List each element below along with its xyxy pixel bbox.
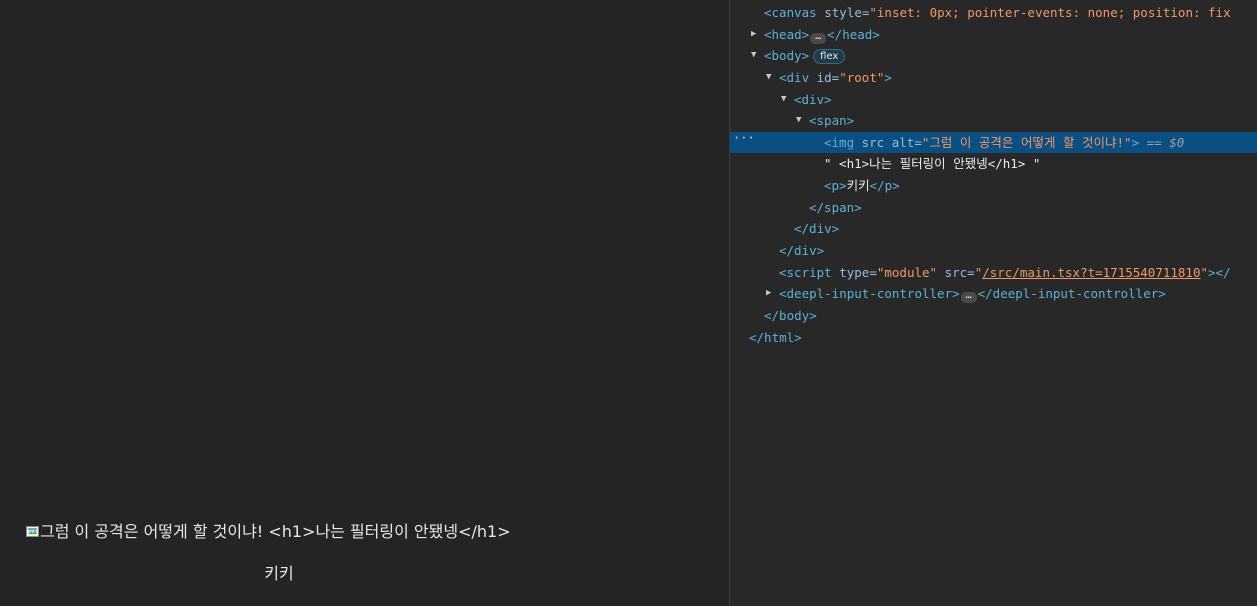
tag-name: <deepl-input-controller> bbox=[779, 286, 960, 301]
tag-close: > bbox=[1131, 135, 1140, 150]
tag-close: </body> bbox=[764, 308, 817, 323]
h1-text-node: <h1>나는 필터링이 안됐넹</h1> bbox=[263, 522, 511, 541]
attr-name: id= bbox=[809, 70, 840, 85]
dom-node-span[interactable]: ▼ <span> bbox=[730, 110, 1257, 131]
tag-close: </div> bbox=[794, 221, 840, 236]
dom-node-body[interactable]: ▼ <body> flex bbox=[730, 45, 1257, 66]
flex-badge[interactable]: flex bbox=[813, 49, 846, 64]
attr-name: style= bbox=[816, 5, 870, 20]
expand-triangle-icon[interactable]: ▶ bbox=[751, 24, 761, 45]
collapsed-ellipsis-icon[interactable]: … bbox=[960, 291, 977, 303]
tag-close: ></ bbox=[1208, 265, 1231, 280]
more-options-icon[interactable]: ··· bbox=[733, 128, 755, 149]
devtools-elements-panel: <canvas style="inset: 0px; pointer-event… bbox=[730, 0, 1257, 606]
dom-text-node[interactable]: " <h1>나는 필터링이 안됐넹</h1> " bbox=[730, 153, 1257, 174]
dom-node-div[interactable]: ▼ <div> bbox=[730, 89, 1257, 110]
dom-node-html-close[interactable]: </html> bbox=[730, 327, 1257, 348]
dom-node-p[interactable]: <p>키키</p> bbox=[730, 175, 1257, 196]
tag-name: <img bbox=[824, 135, 855, 150]
selected-marker: == $0 bbox=[1139, 135, 1185, 150]
tag-name: <div bbox=[779, 70, 810, 85]
tag-name: <div> bbox=[794, 92, 832, 107]
attr-name: src bbox=[854, 135, 885, 150]
dom-node-root-close[interactable]: </div> bbox=[730, 240, 1257, 261]
collapse-triangle-icon[interactable]: ▼ bbox=[796, 110, 806, 131]
collapse-triangle-icon[interactable]: ▼ bbox=[766, 67, 776, 88]
page-viewport: 그럼 이 공격은 어떻게 할 것이냐! <h1>나는 필터링이 안됐넹</h1>… bbox=[0, 0, 729, 606]
tag-name: <span> bbox=[809, 113, 855, 128]
broken-image-icon bbox=[26, 526, 39, 537]
collapse-triangle-icon[interactable]: ▼ bbox=[751, 45, 761, 66]
tag-name: <script bbox=[779, 265, 832, 280]
attr-name: src= bbox=[937, 265, 975, 280]
attr-value: "module" bbox=[876, 265, 938, 280]
dom-node-head[interactable]: ▶ <head>… </head> bbox=[730, 24, 1257, 45]
image-alt-text: 그럼 이 공격은 어떻게 할 것이냐! bbox=[40, 522, 264, 541]
script-src-link[interactable]: /src/main.tsx?t=1715540711810 bbox=[982, 265, 1200, 280]
dom-node-script[interactable]: <script type="module" src= "/src/main.tsx… bbox=[730, 262, 1257, 283]
dom-node-deepl[interactable]: ▶ <deepl-input-controller>… </deepl-input… bbox=[730, 283, 1257, 304]
tag-close: > bbox=[884, 70, 892, 85]
dom-node-div-close[interactable]: </div> bbox=[730, 218, 1257, 239]
attr-quote: " bbox=[1200, 265, 1209, 280]
dom-node-canvas[interactable]: <canvas style="inset: 0px; pointer-event… bbox=[730, 2, 1257, 23]
tag-close: </p> bbox=[869, 178, 900, 193]
tag-name: <canvas bbox=[764, 5, 817, 20]
tag-close: </span> bbox=[809, 200, 862, 215]
text-node: 키키 bbox=[846, 178, 870, 193]
tag-close: </div> bbox=[779, 243, 825, 258]
dom-node-body-close[interactable]: </body> bbox=[730, 305, 1257, 326]
tag-name: <p> bbox=[824, 178, 847, 193]
collapsed-ellipsis-icon[interactable]: … bbox=[810, 32, 827, 44]
broken-image: 그럼 이 공격은 어떻게 할 것이냐! <h1>나는 필터링이 안됐넹</h1> bbox=[26, 518, 511, 542]
attr-value: "그럼 이 공격은 어떻게 할 것이냐!" bbox=[921, 135, 1132, 150]
paragraph: 키키 bbox=[264, 564, 294, 583]
text-node: " <h1>나는 필터링이 안됐넹</h1> " bbox=[824, 156, 1041, 171]
attr-name: type= bbox=[831, 265, 877, 280]
attr-value: "inset: 0px; pointer-events: none; posit… bbox=[869, 5, 1231, 20]
attr-name: alt= bbox=[884, 135, 922, 150]
tag-name: <head> bbox=[764, 27, 810, 42]
attr-value: "root" bbox=[839, 70, 885, 85]
tag-name: <body> bbox=[764, 48, 810, 63]
tag-close: </head> bbox=[827, 27, 880, 42]
dom-node-img-selected[interactable]: ··· <img src alt="그럼 이 공격은 어떻게 할 것이냐!"> … bbox=[730, 131, 1257, 153]
tag-close: </html> bbox=[749, 330, 802, 345]
expand-triangle-icon[interactable]: ▶ bbox=[766, 283, 776, 304]
dom-node-span-close[interactable]: </span> bbox=[730, 197, 1257, 218]
tag-close: </deepl-input-controller> bbox=[977, 286, 1166, 301]
collapse-triangle-icon[interactable]: ▼ bbox=[781, 89, 791, 110]
dom-node-root[interactable]: ▼ <div id="root"> bbox=[730, 67, 1257, 88]
